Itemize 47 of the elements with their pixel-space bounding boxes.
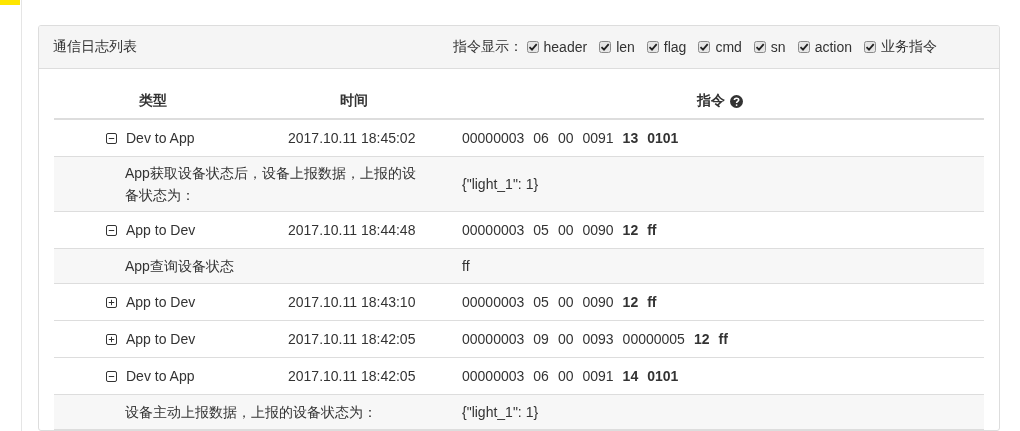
detail-payload: {"light_1": 1} <box>462 176 539 192</box>
expand-icon[interactable] <box>106 333 117 345</box>
time-text: 2017.10.11 18:42:05 <box>288 368 416 384</box>
time-text: 2017.10.11 18:45:02 <box>288 130 416 146</box>
checkbox-label[interactable]: len <box>616 39 635 55</box>
command-text: 00000003 06 00 0091 13 0101 <box>462 130 680 146</box>
detail-payload: {"light_1": 1} <box>462 404 539 420</box>
checkbox-label[interactable]: cmd <box>715 39 742 55</box>
direction-text: App to Dev <box>126 294 196 310</box>
accent-bar <box>0 0 20 5</box>
detail-description: App获取设备状态后，设备上报数据，上报的设备状态为： <box>125 165 416 203</box>
time-text: 2017.10.11 18:42:05 <box>288 331 416 347</box>
checkbox[interactable] <box>646 41 659 53</box>
command-text: 00000003 09 00 0093 00000005 12 ff <box>462 331 729 347</box>
collapse-icon[interactable] <box>106 370 117 382</box>
checkbox[interactable] <box>599 41 612 53</box>
checkbox[interactable] <box>526 41 539 53</box>
panel-title: 通信日志列表 <box>53 38 137 56</box>
direction-text: Dev to App <box>126 368 195 384</box>
checkbox-label[interactable]: 业务指令 <box>881 38 937 56</box>
command-text: 00000003 05 00 0090 12 ff <box>462 222 658 238</box>
help-icon[interactable] <box>730 94 743 108</box>
column-header: 时间 <box>340 92 368 110</box>
checkbox[interactable] <box>797 41 810 53</box>
command-text: 00000003 06 00 0091 14 0101 <box>462 368 680 384</box>
expand-icon[interactable] <box>106 296 117 308</box>
detail-payload: ff <box>462 258 470 274</box>
column-header: 类型 <box>139 92 167 110</box>
checkbox-label[interactable]: sn <box>770 39 786 55</box>
direction-text: App to Dev <box>126 222 196 238</box>
direction-text: Dev to App <box>126 130 195 146</box>
collapse-icon[interactable] <box>106 224 117 236</box>
checkbox-label[interactable]: action <box>814 39 852 55</box>
detail-description: App查询设备状态 <box>125 258 234 274</box>
checkbox-label[interactable]: flag <box>663 39 687 55</box>
checkbox[interactable] <box>698 41 711 53</box>
time-text: 2017.10.11 18:44:48 <box>288 222 416 238</box>
collapse-icon[interactable] <box>106 132 117 144</box>
detail-description: 设备主动上报数据，上报的设备状态为： <box>125 404 377 420</box>
command-text: 00000003 05 00 0090 12 ff <box>462 294 658 310</box>
checkbox-label[interactable]: header <box>543 39 588 55</box>
direction-text: App to Dev <box>126 331 196 347</box>
time-text: 2017.10.11 18:43:10 <box>288 294 416 310</box>
checkbox[interactable] <box>753 41 766 53</box>
checkbox[interactable] <box>864 41 876 53</box>
filter-label: 指令显示： <box>452 38 523 56</box>
column-header: 指令 <box>697 92 725 110</box>
